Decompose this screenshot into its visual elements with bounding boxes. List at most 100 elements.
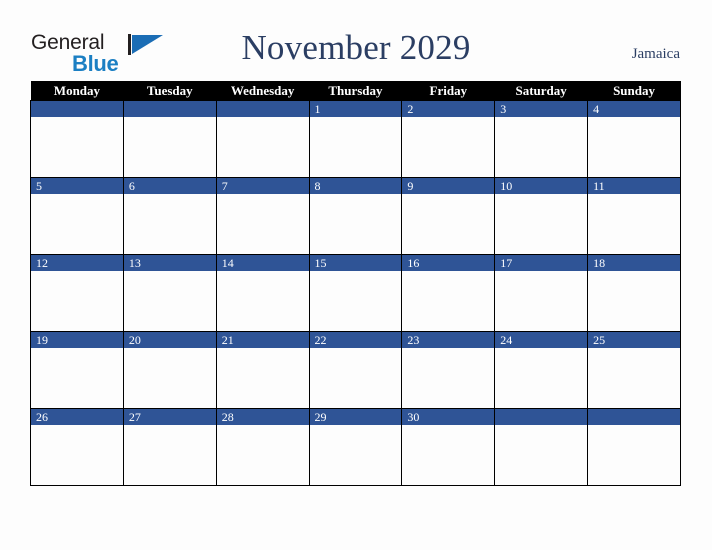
day-events-area[interactable] [31, 425, 123, 485]
day-events-area[interactable] [31, 348, 123, 408]
day-events-area[interactable] [402, 425, 495, 485]
day-cell[interactable]: 13 [122, 254, 217, 332]
day-cell[interactable]: 5 [30, 177, 124, 255]
day-number: 11 [588, 178, 680, 194]
day-events-area[interactable] [309, 117, 402, 177]
weekday-header-sunday: Sunday [587, 81, 681, 101]
day-number: 28 [216, 409, 309, 425]
day-events-area[interactable] [123, 348, 216, 408]
day-number: 6 [123, 178, 216, 194]
day-cell[interactable]: 17 [494, 254, 589, 332]
day-cell[interactable]: 7 [215, 177, 310, 255]
day-events-area[interactable] [309, 348, 402, 408]
day-events-area[interactable] [402, 194, 495, 254]
day-cell[interactable]: 30 [401, 408, 496, 486]
day-events-area[interactable] [31, 194, 123, 254]
day-events-area[interactable] [588, 425, 680, 485]
day-events-area[interactable] [402, 117, 495, 177]
day-events-area[interactable] [123, 271, 216, 331]
day-events-area[interactable] [495, 348, 588, 408]
day-events-area[interactable] [216, 194, 309, 254]
week-row: 12 13 14 15 16 17 18 [30, 254, 681, 332]
day-cell[interactable]: 3 [494, 100, 589, 178]
day-cell[interactable]: 14 [215, 254, 310, 332]
day-number: 1 [309, 101, 402, 117]
day-number: 18 [588, 255, 680, 271]
day-events-area[interactable] [123, 194, 216, 254]
day-events-area[interactable] [588, 194, 680, 254]
day-number: 14 [216, 255, 309, 271]
day-cell[interactable]: 2 [401, 100, 496, 178]
day-cell[interactable] [122, 100, 217, 178]
week-row: 5 6 7 8 9 10 11 [30, 177, 681, 255]
day-events-area[interactable] [309, 194, 402, 254]
day-cell[interactable]: 18 [587, 254, 681, 332]
day-cell[interactable]: 24 [494, 331, 589, 409]
day-events-area[interactable] [216, 348, 309, 408]
day-number: 22 [309, 332, 402, 348]
day-events-area[interactable] [31, 117, 123, 177]
day-cell[interactable]: 22 [308, 331, 403, 409]
day-number: 30 [402, 409, 495, 425]
day-cell[interactable]: 19 [30, 331, 124, 409]
weekday-header-tuesday: Tuesday [123, 81, 217, 101]
day-events-area[interactable] [216, 271, 309, 331]
day-cell[interactable] [215, 100, 310, 178]
day-events-area[interactable] [123, 425, 216, 485]
day-number: 19 [31, 332, 123, 348]
day-events-area[interactable] [216, 117, 309, 177]
day-number [588, 409, 680, 425]
day-cell[interactable]: 9 [401, 177, 496, 255]
day-cell[interactable]: 12 [30, 254, 124, 332]
day-cell[interactable]: 10 [494, 177, 589, 255]
day-events-area[interactable] [123, 117, 216, 177]
day-number: 2 [402, 101, 495, 117]
day-events-area[interactable] [402, 271, 495, 331]
day-cell[interactable] [494, 408, 589, 486]
day-events-area[interactable] [31, 271, 123, 331]
day-number: 13 [123, 255, 216, 271]
day-number [216, 101, 309, 117]
calendar-body: 1 2 3 4 5 6 7 8 9 10 11 12 13 14 15 16 1… [30, 100, 681, 486]
day-events-area[interactable] [588, 271, 680, 331]
day-cell[interactable] [30, 100, 124, 178]
day-events-area[interactable] [216, 425, 309, 485]
day-cell[interactable]: 27 [122, 408, 217, 486]
day-number: 9 [402, 178, 495, 194]
weekday-header-row: Monday Tuesday Wednesday Thursday Friday… [30, 81, 681, 101]
day-cell[interactable]: 16 [401, 254, 496, 332]
day-events-area[interactable] [495, 425, 588, 485]
day-cell[interactable]: 26 [30, 408, 124, 486]
day-cell[interactable]: 8 [308, 177, 403, 255]
day-number: 16 [402, 255, 495, 271]
day-events-area[interactable] [495, 194, 588, 254]
day-number: 15 [309, 255, 402, 271]
day-events-area[interactable] [495, 271, 588, 331]
day-cell[interactable]: 28 [215, 408, 310, 486]
day-cell[interactable]: 6 [122, 177, 217, 255]
day-events-area[interactable] [309, 425, 402, 485]
week-row: 19 20 21 22 23 24 25 [30, 331, 681, 409]
day-cell[interactable]: 20 [122, 331, 217, 409]
day-number: 8 [309, 178, 402, 194]
day-cell[interactable]: 23 [401, 331, 496, 409]
day-events-area[interactable] [495, 117, 588, 177]
day-number: 23 [402, 332, 495, 348]
day-number: 21 [216, 332, 309, 348]
day-cell[interactable]: 1 [308, 100, 403, 178]
day-cell[interactable]: 29 [308, 408, 403, 486]
day-events-area[interactable] [402, 348, 495, 408]
day-cell[interactable]: 25 [587, 331, 681, 409]
day-cell[interactable]: 21 [215, 331, 310, 409]
day-cell[interactable] [587, 408, 681, 486]
day-cell[interactable]: 15 [308, 254, 403, 332]
day-number: 20 [123, 332, 216, 348]
day-cell[interactable]: 11 [587, 177, 681, 255]
day-cell[interactable]: 4 [587, 100, 681, 178]
day-events-area[interactable] [588, 117, 680, 177]
week-row: 1 2 3 4 [30, 100, 681, 178]
weekday-header-thursday: Thursday [309, 81, 402, 101]
day-number: 26 [31, 409, 123, 425]
day-events-area[interactable] [588, 348, 680, 408]
day-events-area[interactable] [309, 271, 402, 331]
